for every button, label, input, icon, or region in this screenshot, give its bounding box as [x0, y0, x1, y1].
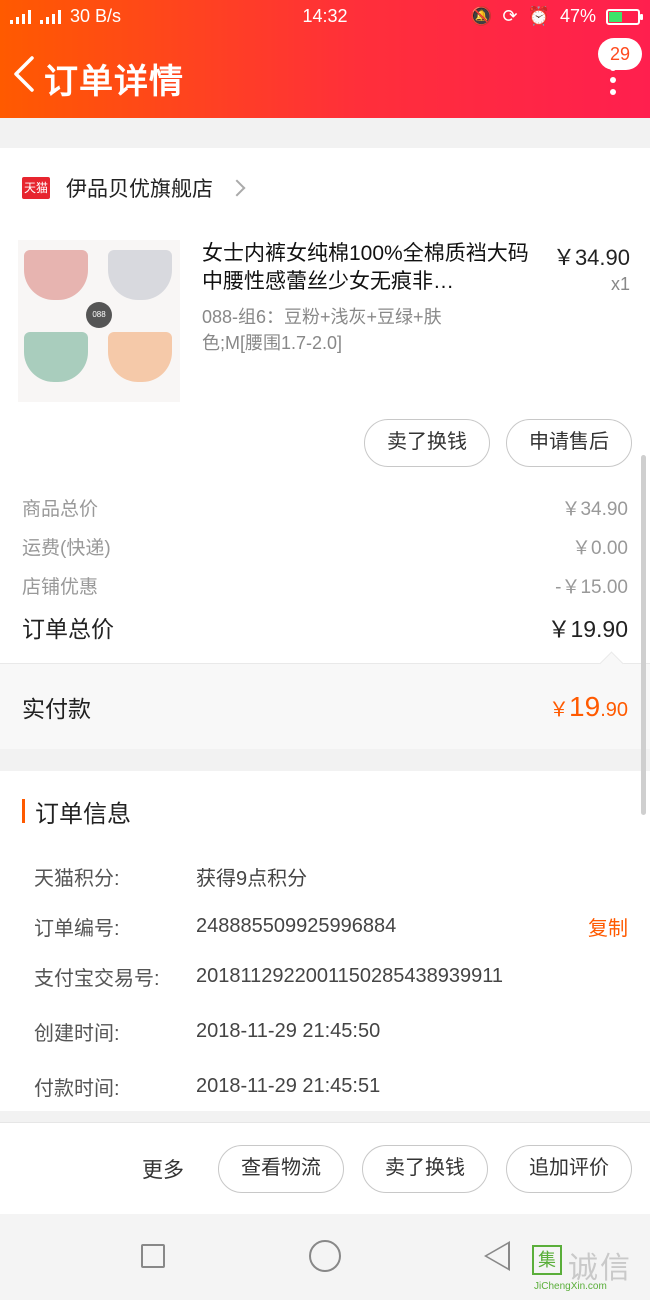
order-item[interactable]: 088 女士内裤女纯棉100%全棉质裆大码中腰性感蕾丝少女无痕非… 088-组6… [0, 228, 650, 402]
actual-payment-label: 实付款 [22, 695, 91, 722]
info-row-alipay-trade: 支付宝交易号: 2018112922001150285438939911 [34, 964, 503, 990]
back-arrow-icon[interactable] [10, 52, 40, 96]
order-info-title: 订单信息 [22, 795, 628, 828]
recent-apps-icon[interactable] [141, 1244, 165, 1268]
info-row-created-time: 创建时间: 2018-11-29 21:45:50 [34, 1019, 381, 1045]
sell-for-cash-bottom-button[interactable]: 卖了换钱 [362, 1144, 488, 1193]
fee-row-discount: 店铺优惠 -￥15.00 [22, 577, 628, 598]
watermark: 集 诚信 JiChengXin.com [532, 1245, 644, 1297]
info-row-points: 天猫积分: 获得9点积分 [34, 867, 308, 890]
more-button[interactable]: 更多 [142, 1154, 184, 1184]
bottom-action-bar: 更多 查看物流 卖了换钱 追加评价 [0, 1122, 650, 1214]
chevron-right-icon [228, 179, 246, 197]
info-row-paid-time: 付款时间: 2018-11-29 21:45:51 [34, 1074, 381, 1100]
product-price: ￥34.90 [552, 245, 630, 270]
battery-icon [606, 8, 643, 25]
fee-row-shipping: 运费(快递) ￥0.00 [22, 538, 628, 559]
alarm-icon: ⏰ [527, 6, 550, 26]
top-bar: 30 B/s 14:32 🔕 ⟳ ⏰ 47% 订单详情 29 [0, 0, 650, 118]
scrollbar[interactable] [641, 455, 646, 815]
watermark-logo-icon: 集 [532, 1245, 562, 1275]
order-info-section: 订单信息 天猫积分: 获得9点积分 订单编号: 248885509925996884… [0, 771, 650, 1111]
item-actions: 卖了换钱 申请售后 [0, 398, 650, 488]
nav-bar: 订单详情 29 [0, 38, 650, 118]
order-card: 天猫 伊品贝优旗舰店 088 女士内裤女纯棉100%全棉质裆大码中腰性感蕾丝少女… [0, 148, 650, 749]
copy-button[interactable]: 复制 [588, 912, 628, 941]
product-quantity: x1 [610, 274, 630, 294]
view-logistics-button[interactable]: 查看物流 [218, 1144, 344, 1193]
shop-name[interactable]: 伊品贝优旗舰店 [66, 173, 213, 203]
product-title[interactable]: 女士内裤女纯棉100%全棉质裆大码中腰性感蕾丝少女无痕非… [202, 240, 532, 296]
back-triangle-icon[interactable] [484, 1241, 510, 1271]
shop-header[interactable]: 天猫 伊品贝优旗舰店 [0, 148, 650, 228]
tmall-logo: 天猫 [22, 177, 50, 199]
message-count-badge[interactable]: 29 [598, 38, 642, 70]
product-sku: 088-组6：豆粉+浅灰+豆绿+肤色;M[腰围1.7-2.0] [202, 307, 442, 353]
order-detail-content[interactable]: 天猫 伊品贝优旗舰店 088 女士内裤女纯棉100%全棉质裆大码中腰性感蕾丝少女… [0, 118, 650, 1123]
bell-mute-icon: 🔕 [470, 6, 493, 26]
battery-percent: 47% [559, 6, 596, 26]
apply-after-sale-button[interactable]: 申请售后 [506, 419, 632, 467]
page-title: 订单详情 [44, 63, 184, 101]
thumb-tag: 088 [86, 302, 112, 328]
info-row-order-number: 订单编号: 248885509925996884 复制 [22, 901, 628, 951]
product-thumbnail[interactable]: 088 [18, 240, 180, 402]
status-bar: 30 B/s 14:32 🔕 ⟳ ⏰ 47% [0, 0, 650, 34]
actual-payment-amount: ￥19.90 [549, 690, 628, 722]
actual-payment: 实付款 ￥19.90 [0, 663, 650, 749]
order-total: 订单总价 ￥19.90 [22, 616, 628, 642]
home-icon[interactable] [309, 1240, 341, 1272]
more-menu-icon[interactable] [606, 65, 620, 95]
watermark-url: JiChengXin.com [534, 1281, 607, 1292]
add-review-button[interactable]: 追加评价 [506, 1144, 632, 1193]
sell-for-cash-button[interactable]: 卖了换钱 [364, 419, 490, 467]
fee-row-goods: 商品总价 ￥34.90 [22, 499, 628, 520]
fee-summary: 商品总价 ￥34.90 运费(快递) ￥0.00 店铺优惠 -￥15.00 订单总价 ￥… [0, 488, 650, 649]
lock-rotation-icon: ⟳ [502, 6, 518, 26]
